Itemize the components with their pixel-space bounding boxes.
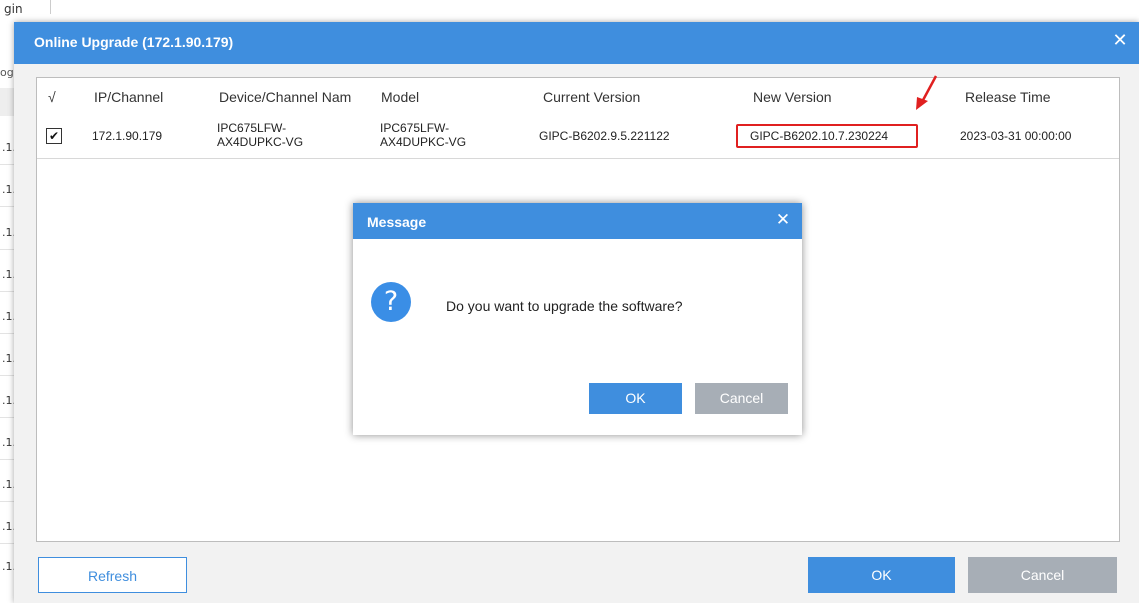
message-titlebar[interactable]: Message ✕ xyxy=(353,203,802,239)
dialog-title: Online Upgrade (172.1.90.179) xyxy=(34,34,234,50)
background-tab-label[interactable]: gin xyxy=(4,2,23,16)
table-header: √ IP/Channel Device/Channel Nam Model Cu… xyxy=(37,78,1119,117)
cell-model: IPC675LFW- AX4DUPKC-VG xyxy=(380,121,466,149)
background-row-divider xyxy=(0,333,14,334)
background-row-divider xyxy=(0,417,14,418)
annotation-arrow-icon xyxy=(916,75,938,110)
column-header-ip[interactable]: IP/Channel xyxy=(94,89,163,105)
cell-release-time: 2023-03-31 00:00:00 xyxy=(960,129,1072,143)
cell-new-version: GIPC-B6202.10.7.230224 xyxy=(750,129,889,143)
checkmark-icon: ✔ xyxy=(48,129,60,143)
dialog-titlebar[interactable]: Online Upgrade (172.1.90.179) ✕ xyxy=(14,22,1139,64)
close-icon[interactable]: ✕ xyxy=(772,209,794,231)
column-header-current-version[interactable]: Current Version xyxy=(543,89,640,105)
message-title: Message xyxy=(367,214,427,230)
column-header-check[interactable]: √ xyxy=(48,89,56,105)
background-row-divider xyxy=(0,459,14,460)
message-cancel-button[interactable]: Cancel xyxy=(695,383,788,414)
background-row-divider xyxy=(0,164,14,165)
message-text: Do you want to upgrade the software? xyxy=(446,298,683,314)
cell-model-line: IPC675LFW- xyxy=(380,121,450,135)
row-checkbox[interactable]: ✔ xyxy=(46,128,62,144)
table-row[interactable]: ✔ 172.1.90.179 IPC675LFW- AX4DUPKC-VG IP… xyxy=(37,116,1119,159)
message-ok-button[interactable]: OK xyxy=(589,383,682,414)
cell-device-line: AX4DUPKC-VG xyxy=(217,135,304,149)
close-icon[interactable]: ✕ xyxy=(1109,30,1131,52)
background-tab-bar: gin xyxy=(0,0,1139,23)
cell-current-version: GIPC-B6202.9.5.221122 xyxy=(539,129,670,143)
background-header-fragment: og xyxy=(0,66,14,79)
background-row-divider xyxy=(0,249,14,250)
cancel-button[interactable]: Cancel xyxy=(968,557,1117,593)
ok-button[interactable]: OK xyxy=(808,557,955,593)
background-row-divider xyxy=(0,501,14,502)
background-row-divider xyxy=(0,543,14,544)
column-header-device[interactable]: Device/Channel Nam xyxy=(219,89,372,105)
background-tab-divider xyxy=(50,0,51,14)
cell-device-line: IPC675LFW- xyxy=(217,121,287,135)
cell-device: IPC675LFW- AX4DUPKC-VG xyxy=(217,121,303,149)
column-header-release-time[interactable]: Release Time xyxy=(965,89,1051,105)
column-header-new-version[interactable]: New Version xyxy=(753,89,832,105)
background-row-divider xyxy=(0,206,14,207)
column-header-model[interactable]: Model xyxy=(381,89,419,105)
background-row-divider xyxy=(0,291,14,292)
cell-model-line: AX4DUPKC-VG xyxy=(380,135,467,149)
background-row-divider xyxy=(0,375,14,376)
message-dialog: Message ✕ ? Do you want to upgrade the s… xyxy=(353,203,802,435)
cell-ip: 172.1.90.179 xyxy=(92,129,163,143)
question-icon: ? xyxy=(371,282,411,322)
background-header-band xyxy=(0,88,14,116)
refresh-button[interactable]: Refresh xyxy=(38,557,187,593)
